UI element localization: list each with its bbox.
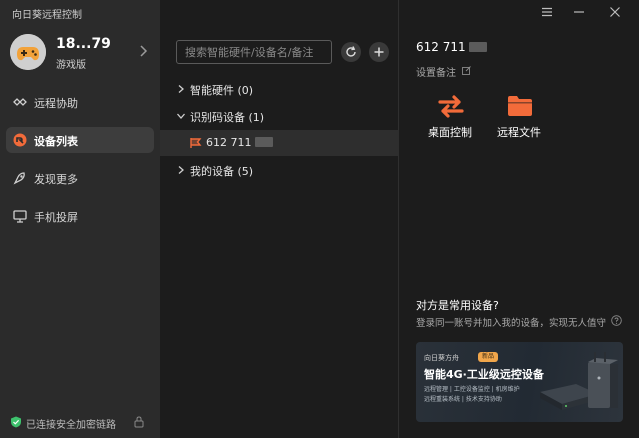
lock-icon[interactable] <box>134 416 144 428</box>
app-title: 向日葵远程控制 <box>12 10 82 21</box>
tree-group-label: 我的设备 (5) <box>190 165 254 178</box>
set-remark-link[interactable]: 设置备注 <box>416 64 456 79</box>
sidebar-item-label: 手机投屏 <box>34 211 78 224</box>
device-tree-panel: 智能硬件 (0) 识别码设备 (1) 612 711 我的设备 (5) <box>160 0 399 438</box>
promo-title: 对方是常用设备? <box>416 299 499 312</box>
refresh-icon <box>346 46 356 57</box>
promo-banner[interactable]: 向日葵方舟 新品 智能4G·工业级远控设备 远程管理 | 工控设备监控 | 机房… <box>416 342 623 422</box>
add-device-button[interactable] <box>369 42 389 62</box>
sidebar: 向日葵远程控制 18...79 游戏版 远程协助 设备列表 发现更多 手机投屏 … <box>0 0 160 438</box>
device-id: 612 711 <box>416 40 488 54</box>
tree-group-smart-hardware[interactable]: 智能硬件 (0) <box>160 76 399 102</box>
sidebar-item-screen-cast[interactable]: 手机投屏 <box>6 203 154 229</box>
action-label: 桌面控制 <box>428 126 472 139</box>
refresh-button[interactable] <box>341 42 361 62</box>
discover-icon <box>13 172 25 185</box>
screen-cast-icon <box>13 210 27 223</box>
folder-icon <box>508 96 532 116</box>
banner-tag: 新品 <box>478 352 499 362</box>
shield-check-icon <box>11 416 21 428</box>
minimize-icon[interactable] <box>571 4 587 20</box>
device-list-icon <box>13 133 27 147</box>
user-profile[interactable]: 18...79 游戏版 <box>10 34 150 74</box>
tree-group-id-devices[interactable]: 识别码设备 (1) <box>160 103 399 129</box>
sidebar-item-label: 发现更多 <box>34 173 78 186</box>
hardware-device-image <box>540 352 618 410</box>
avatar[interactable] <box>10 34 46 70</box>
tree-group-label: 智能硬件 (0) <box>190 84 254 97</box>
search-input[interactable] <box>176 40 332 64</box>
device-label: 612 711 <box>206 136 273 149</box>
connection-status: 已连接安全加密链路 <box>10 414 150 431</box>
sidebar-item-device-list[interactable]: 设备列表 <box>6 127 154 153</box>
desktop-control-button[interactable]: 桌面控制 <box>415 92 485 144</box>
sidebar-item-label: 设备列表 <box>34 135 78 148</box>
remote-assist-icon <box>13 98 27 106</box>
sidebar-item-remote-assist[interactable]: 远程协助 <box>6 89 154 115</box>
banner-feature-line: 远程管理 | 工控设备监控 | 机房维护 <box>424 386 520 393</box>
banner-brand: 向日葵方舟 <box>424 354 459 362</box>
chevron-right-icon <box>178 85 184 93</box>
chevron-down-icon <box>177 113 185 119</box>
redacted-digits <box>469 42 488 52</box>
help-icon[interactable] <box>611 315 622 326</box>
banner-headline: 智能4G·工业级远控设备 <box>424 368 544 381</box>
device-flag-icon <box>190 138 202 148</box>
remote-files-button[interactable]: 远程文件 <box>484 92 554 144</box>
chevron-right-icon[interactable] <box>138 44 148 58</box>
connection-status-label: 已连接安全加密链路 <box>26 420 116 431</box>
action-label: 远程文件 <box>497 126 541 139</box>
plus-icon <box>374 47 384 57</box>
user-name: 18...79 <box>56 36 111 52</box>
edit-icon[interactable] <box>462 66 471 75</box>
sidebar-item-label: 远程协助 <box>34 97 78 110</box>
menu-icon[interactable] <box>539 4 555 20</box>
chevron-right-icon <box>178 166 184 174</box>
user-tier: 游戏版 <box>56 60 86 71</box>
desktop-control-icon <box>438 95 464 118</box>
app-window: 向日葵远程控制 18...79 游戏版 远程协助 设备列表 发现更多 手机投屏 … <box>0 0 639 438</box>
close-icon[interactable] <box>607 4 623 20</box>
tree-device-item[interactable]: 612 711 <box>160 130 399 156</box>
tree-group-label: 识别码设备 (1) <box>190 111 265 124</box>
promo-subtitle: 登录同一账号并加入我的设备，实现无人值守 <box>416 318 607 329</box>
tree-group-my-devices[interactable]: 我的设备 (5) <box>160 157 399 183</box>
banner-feature-line: 远程重装系统 | 技术支持协助 <box>424 396 502 403</box>
redacted-digits <box>255 137 273 147</box>
device-detail-panel: 612 711 设置备注 桌面控制 远程文件 对方是常用设备? 登录同一账号并加… <box>400 0 639 438</box>
sidebar-item-discover[interactable]: 发现更多 <box>6 165 154 191</box>
